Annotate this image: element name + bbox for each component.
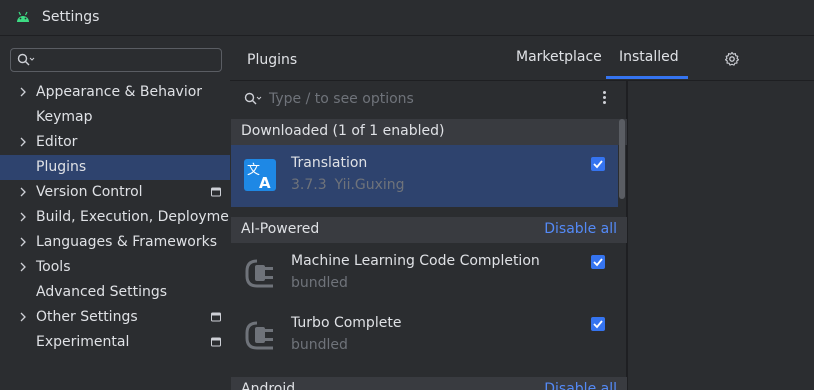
plugin-version: bundled: [291, 337, 348, 353]
plugins-header: Plugins Marketplace Installed: [230, 37, 814, 81]
plugin-group-header: Android Disable all: [231, 377, 627, 390]
plugin-group-header: Downloaded (1 of 1 enabled): [231, 119, 627, 145]
sidebar-item-experimental[interactable]: Experimental: [0, 330, 230, 355]
android-icon: [17, 11, 29, 22]
settings-sidebar: Appearance & Behavior Keymap Editor Plugins…: [0, 37, 243, 390]
sidebar-item-tools[interactable]: Tools: [0, 255, 230, 280]
translate-icon: 文A: [244, 159, 276, 192]
sidebar-item-label: Editor: [36, 134, 78, 150]
tab-installed[interactable]: Installed: [619, 49, 679, 65]
window-title: Settings: [42, 9, 100, 25]
filter-placeholder: Type / to see options: [269, 91, 414, 107]
plugin-version: bundled: [291, 275, 348, 291]
plugin-plug-icon: [245, 321, 273, 350]
plugin-name: Machine Learning Code Completion: [291, 253, 540, 269]
group-label: Downloaded (1 of 1 enabled): [241, 123, 445, 139]
chevron-right-icon[interactable]: [18, 236, 28, 248]
plugin-row[interactable]: Machine Learning Code Completion bundled: [231, 243, 618, 305]
sidebar-item-build-execution-deployment[interactable]: Build, Execution, Deployment: [0, 205, 243, 230]
plugin-filter-field[interactable]: Type / to see options: [230, 81, 627, 117]
chevron-right-icon[interactable]: [18, 311, 28, 323]
chevron-right-icon[interactable]: [18, 211, 28, 223]
chevron-right-icon[interactable]: [18, 136, 28, 148]
plugin-meta: 3.7.3 Yii.Guxing: [291, 177, 405, 193]
gear-icon[interactable]: [724, 51, 740, 67]
active-tab-indicator: [606, 76, 688, 79]
sidebar-item-label: Keymap: [36, 109, 93, 125]
plugin-enabled-checkbox[interactable]: [591, 157, 605, 171]
plugin-enabled-checkbox[interactable]: [591, 317, 605, 331]
sidebar-item-keymap[interactable]: Keymap: [0, 105, 230, 130]
plugin-details-pane: [628, 81, 814, 390]
svg-text:A: A: [259, 174, 271, 192]
disable-all-link[interactable]: Disable all: [544, 381, 617, 390]
sidebar-item-label: Tools: [36, 259, 71, 275]
main-panel: Plugins Marketplace Installed Type / to …: [230, 37, 814, 390]
plugin-row[interactable]: Turbo Complete bundled: [231, 305, 618, 367]
sidebar-item-other-settings[interactable]: Other Settings: [0, 305, 230, 330]
installed-plugins-list: Type / to see options Downloaded (1 of 1…: [230, 81, 627, 390]
plugin-meta: bundled: [291, 337, 348, 353]
sidebar-item-label: Experimental: [36, 334, 130, 350]
search-icon: [244, 92, 262, 105]
page-title: Plugins: [247, 52, 298, 68]
sidebar-item-languages-frameworks[interactable]: Languages & Frameworks: [0, 230, 230, 255]
sidebar-item-label: Version Control: [36, 184, 143, 200]
chevron-right-icon[interactable]: [18, 261, 28, 273]
chevron-right-icon[interactable]: [18, 186, 28, 198]
search-icon: [17, 53, 35, 66]
project-level-icon: [211, 187, 221, 197]
chevron-right-icon[interactable]: [18, 86, 28, 98]
plugin-meta: bundled: [291, 275, 348, 291]
group-label: AI-Powered: [241, 221, 320, 237]
sidebar-item-label: Appearance & Behavior: [36, 84, 203, 100]
project-level-icon: [211, 337, 221, 347]
scrollbar[interactable]: [619, 119, 625, 199]
sidebar-item-label: Advanced Settings: [36, 284, 168, 300]
plugin-row[interactable]: 文 A Translation 3.7.3 Yii.Guxing: [231, 145, 618, 207]
disable-all-link[interactable]: Disable all: [544, 221, 617, 237]
plugin-name: Turbo Complete: [291, 315, 402, 331]
sidebar-item-label: Build, Execution, Deployment: [36, 209, 244, 225]
group-label: Android: [241, 381, 296, 390]
sidebar-item-plugins[interactable]: Plugins: [0, 155, 230, 180]
sidebar-item-version-control[interactable]: Version Control: [0, 180, 230, 205]
plugin-version: 3.7.3: [291, 177, 327, 193]
title-bar: Settings: [0, 0, 814, 36]
project-level-icon: [211, 312, 221, 322]
plugin-plug-icon: [245, 259, 273, 288]
tab-marketplace[interactable]: Marketplace: [516, 49, 602, 65]
plugin-group-header: AI-Powered Disable all: [231, 217, 627, 243]
sidebar-item-advanced-settings[interactable]: Advanced Settings: [0, 280, 230, 305]
sidebar-item-editor[interactable]: Editor: [0, 130, 230, 155]
sidebar-item-label: Plugins: [36, 159, 87, 175]
settings-search-input[interactable]: [10, 48, 222, 72]
sidebar-item-label: Languages & Frameworks: [36, 234, 217, 250]
plugin-name: Translation: [291, 155, 368, 171]
sidebar-item-label: Other Settings: [36, 309, 138, 325]
plugin-vendor: Yii.Guxing: [334, 177, 405, 193]
plugin-enabled-checkbox[interactable]: [591, 255, 605, 269]
more-options-icon[interactable]: [602, 91, 608, 107]
sidebar-item-appearance-behavior[interactable]: Appearance & Behavior: [0, 80, 230, 105]
